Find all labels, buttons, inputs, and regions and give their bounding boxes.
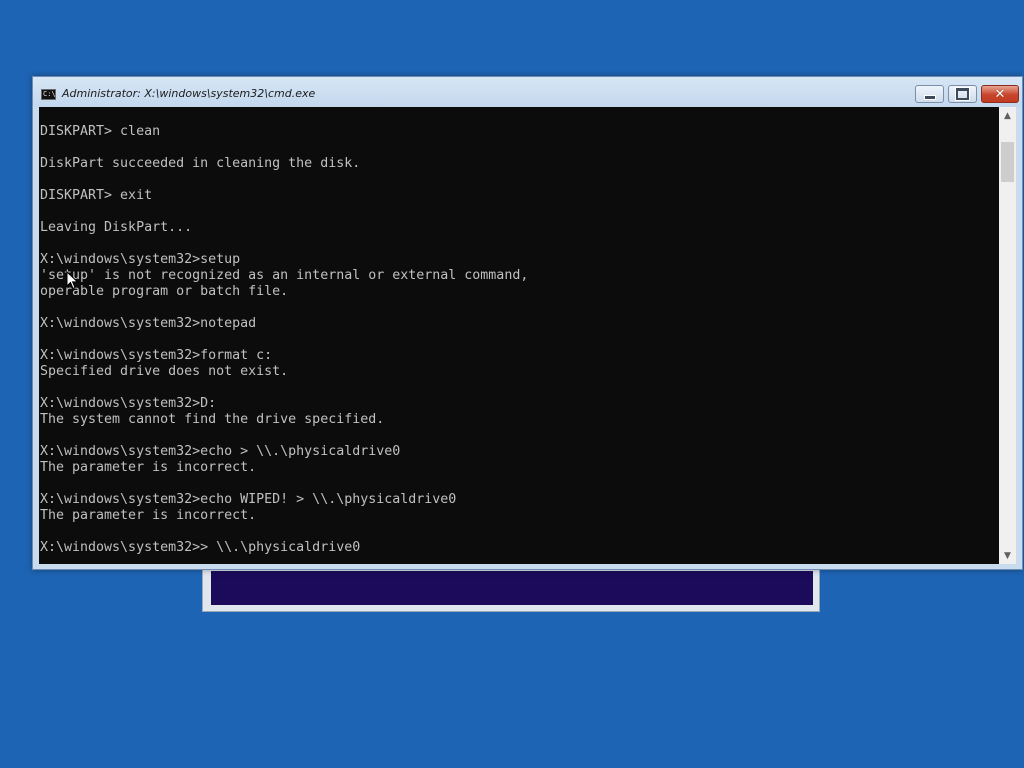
- console-line: The system cannot find the drive specifi…: [40, 412, 385, 427]
- vertical-scrollbar[interactable]: ▲ ▼: [999, 107, 1016, 564]
- close-button[interactable]: ✕: [981, 85, 1019, 103]
- console-line: DISKPART> exit: [40, 188, 153, 203]
- console-line: X:\windows\system32>setup: [40, 252, 241, 267]
- console-line: X:\windows\system32>notepad: [40, 316, 257, 331]
- console-line: 'setup' is not recognized as an internal…: [40, 268, 529, 283]
- scroll-down-icon[interactable]: ▼: [999, 547, 1016, 564]
- minimize-icon: [923, 94, 936, 100]
- setup-window-content: [211, 571, 813, 605]
- console-line: operable program or batch file.: [40, 284, 289, 299]
- scroll-thumb[interactable]: [1001, 142, 1014, 182]
- console-line: DISKPART> clean: [40, 124, 161, 139]
- maximize-icon: [956, 88, 969, 100]
- console-line: X:\windows\system32>echo WIPED! > \\.\ph…: [40, 492, 457, 507]
- mouse-cursor-icon: [66, 271, 79, 290]
- maximize-button[interactable]: [948, 85, 977, 103]
- console-output[interactable]: DISKPART> clean DiskPart succeeded in cle…: [39, 107, 999, 564]
- console-lines: DISKPART> clean DiskPart succeeded in cle…: [40, 124, 528, 556]
- console-app-icon-text: C:\: [43, 90, 56, 98]
- cmd-window[interactable]: C:\ Administrator: X:\windows\system32\c…: [32, 76, 1023, 570]
- console-line: X:\windows\system32>format c:: [40, 348, 273, 363]
- console-line: X:\windows\system32>echo > \\.\physicald…: [40, 444, 401, 459]
- console-line: Leaving DiskPart...: [40, 220, 193, 235]
- console-line: DiskPart succeeded in cleaning the disk.: [40, 156, 361, 171]
- console-line: The parameter is incorrect.: [40, 460, 257, 475]
- close-icon: ✕: [994, 86, 1006, 102]
- console-app-icon: C:\: [41, 89, 56, 100]
- title-bar[interactable]: C:\ Administrator: X:\windows\system32\c…: [33, 77, 1022, 107]
- console-line: The parameter is incorrect.: [40, 508, 257, 523]
- console-line: Specified drive does not exist.: [40, 364, 289, 379]
- minimize-button[interactable]: [915, 85, 944, 103]
- console-line: X:\windows\system32>> \\.\physicaldrive0: [40, 540, 361, 555]
- window-title: Administrator: X:\windows\system32\cmd.e…: [62, 87, 316, 100]
- console-line: X:\windows\system32>D:: [40, 396, 217, 411]
- scroll-up-icon[interactable]: ▲: [999, 107, 1016, 124]
